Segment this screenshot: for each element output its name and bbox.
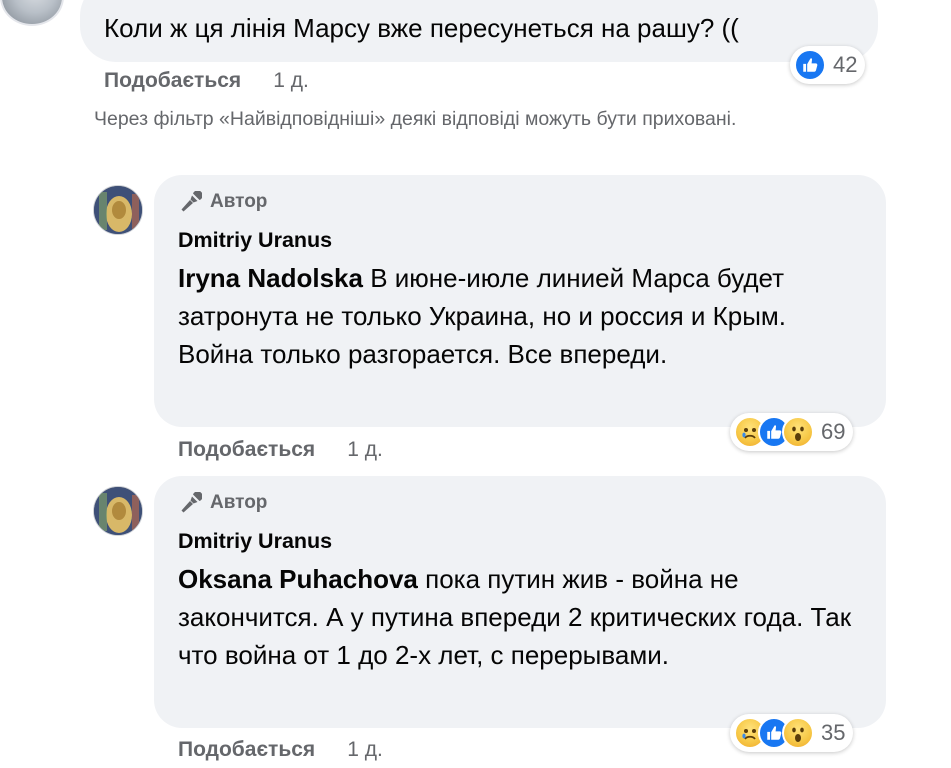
comment-actions: Подобається 1 д. bbox=[104, 68, 309, 94]
filter-notice: Через фільтр «Найвідповідніші» деякі від… bbox=[94, 108, 737, 130]
comment-text: Коли ж ця лінія Марсу вже пересунеться н… bbox=[104, 13, 739, 43]
reply-actions: Подобається 1 д. bbox=[178, 438, 383, 462]
reply-text: Oksana Puhachova пока путин жив - война … bbox=[178, 560, 862, 674]
like-button[interactable]: Подобається bbox=[178, 438, 315, 462]
like-icon bbox=[794, 49, 826, 81]
reply-text: Iryna Nadolska В июне-июле линией Марса … bbox=[178, 259, 862, 373]
reply-actions: Подобається 1 д. bbox=[178, 738, 383, 762]
reply-author-name[interactable]: Dmitriy Uranus bbox=[178, 227, 862, 253]
author-badge-label: Автор bbox=[210, 492, 268, 513]
author-badge-label: Автор bbox=[210, 191, 268, 212]
reply-timestamp[interactable]: 1 д. bbox=[347, 438, 383, 462]
author-avatar[interactable] bbox=[93, 486, 143, 536]
reaction-summary[interactable]: 69 bbox=[730, 413, 854, 451]
reaction-count: 69 bbox=[821, 419, 846, 444]
reply-author-name[interactable]: Dmitriy Uranus bbox=[178, 528, 862, 554]
author-avatar[interactable] bbox=[93, 185, 143, 235]
like-button[interactable]: Подобається bbox=[178, 738, 315, 762]
reaction-count: 35 bbox=[821, 720, 846, 745]
author-badge: Автор bbox=[178, 189, 862, 215]
reply-bubble: Автор Dmitriy Uranus Iryna Nadolska В ию… bbox=[154, 175, 886, 427]
comment-timestamp[interactable]: 1 д. bbox=[273, 68, 309, 94]
reaction-count: 42 bbox=[833, 52, 858, 77]
mentioned-user[interactable]: Iryna Nadolska bbox=[178, 263, 363, 293]
comments-thread: Коли ж ця лінія Марсу вже пересунеться н… bbox=[0, 0, 951, 768]
wow-icon bbox=[782, 416, 814, 448]
author-badge: Автор bbox=[178, 490, 862, 516]
reply-bubble: Автор Dmitriy Uranus Oksana Puhachova по… bbox=[154, 476, 886, 728]
like-button[interactable]: Подобається bbox=[104, 68, 241, 94]
reply-timestamp[interactable]: 1 д. bbox=[347, 738, 383, 762]
microphone-icon bbox=[181, 492, 202, 513]
mentioned-user[interactable]: Oksana Puhachova bbox=[178, 564, 418, 594]
commenter-avatar[interactable] bbox=[0, 0, 64, 26]
wow-icon bbox=[782, 717, 814, 749]
microphone-icon bbox=[181, 191, 202, 212]
reaction-summary[interactable]: 35 bbox=[730, 714, 854, 752]
reaction-summary[interactable]: 42 bbox=[790, 46, 866, 84]
